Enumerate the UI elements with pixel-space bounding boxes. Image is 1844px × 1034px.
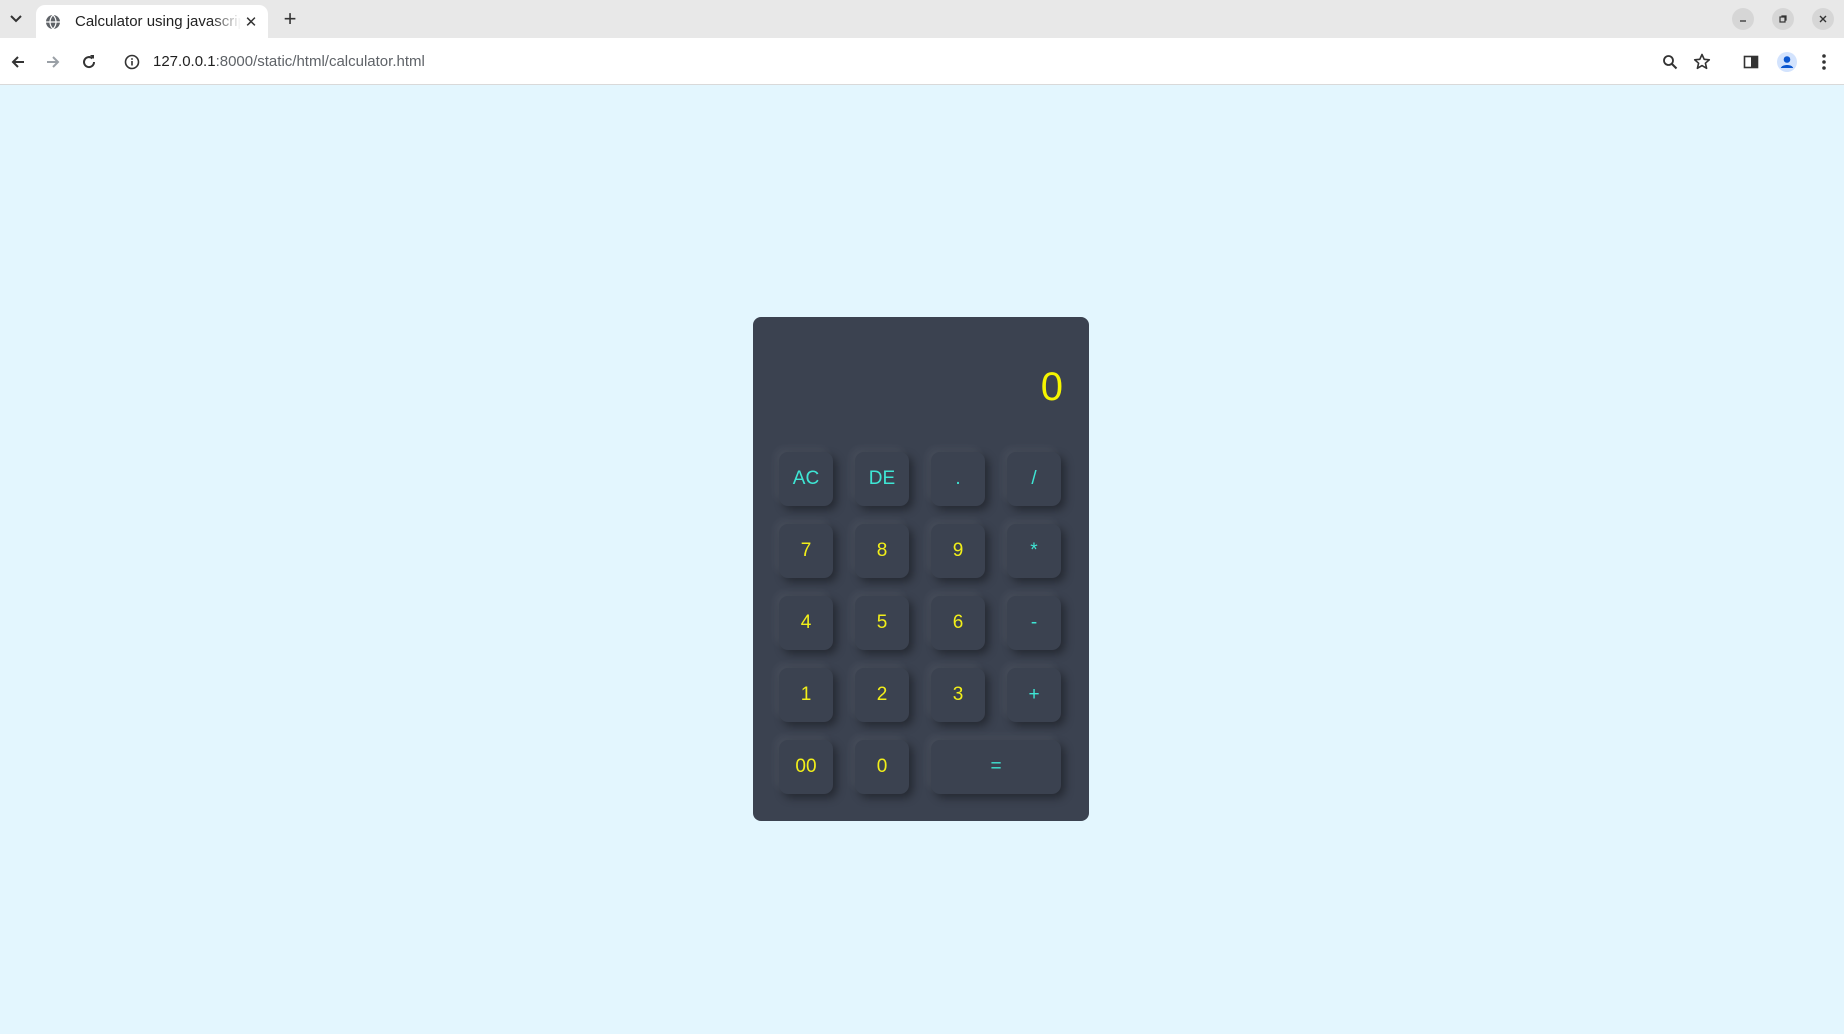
active-tab[interactable]: Calculator using javascript ✕ <box>36 5 268 38</box>
digit-7-button[interactable]: 7 <box>779 524 833 578</box>
digit-1-button[interactable]: 1 <box>779 668 833 722</box>
kebab-menu-icon[interactable] <box>1812 50 1836 74</box>
back-arrow-icon[interactable] <box>6 50 30 74</box>
digit-0-button[interactable]: 0 <box>855 740 909 794</box>
forward-arrow-icon[interactable] <box>41 50 65 74</box>
tab-close-icon[interactable]: ✕ <box>242 13 260 31</box>
calculator: 0 AC DE./7 8 9 * 4 5 6-1 2 3 +00 0 = <box>753 317 1089 821</box>
profile-avatar-icon[interactable] <box>1775 50 1799 74</box>
reload-icon[interactable] <box>77 50 101 74</box>
new-tab-button[interactable]: + <box>278 7 302 31</box>
digit-8-button[interactable]: 8 <box>855 524 909 578</box>
digit-2-button[interactable]: 2 <box>855 668 909 722</box>
digit-4-button[interactable]: 4 <box>779 596 833 650</box>
close-window-icon[interactable] <box>1812 8 1834 30</box>
minimize-icon[interactable] <box>1732 8 1754 30</box>
all-clear-button[interactable]: AC <box>779 452 833 506</box>
delete-button[interactable]: DE <box>855 452 909 506</box>
double-zero-button[interactable]: 00 <box>779 740 833 794</box>
zoom-icon[interactable] <box>1658 50 1682 74</box>
subtract-button[interactable]: - <box>1007 596 1061 650</box>
digit-3-button[interactable]: 3 <box>931 668 985 722</box>
browser-toolbar: 127.0.0.1:8000/static/html/calculator.ht… <box>0 38 1844 85</box>
digit-5-button[interactable]: 5 <box>855 596 909 650</box>
digit-9-button[interactable]: 9 <box>931 524 985 578</box>
tab-title: Calculator using javascript <box>75 13 241 30</box>
side-panel-icon[interactable] <box>1739 50 1763 74</box>
divide-button[interactable]: / <box>1007 452 1061 506</box>
bookmark-star-icon[interactable] <box>1690 50 1714 74</box>
calculator-display: 0 <box>1040 365 1063 409</box>
multiply-button[interactable]: * <box>1007 524 1061 578</box>
tab-search-chevron-icon[interactable] <box>4 8 28 30</box>
digit-6-button[interactable]: 6 <box>931 596 985 650</box>
globe-icon <box>45 14 61 30</box>
equals-button[interactable]: = <box>931 740 1061 794</box>
tab-bar: Calculator using javascript ✕ + <box>0 0 1844 38</box>
site-info-icon[interactable] <box>121 51 143 73</box>
url-path: :8000/static/html/calculator.html <box>215 53 425 70</box>
add-button[interactable]: + <box>1007 668 1061 722</box>
decimal-button[interactable]: . <box>931 452 985 506</box>
url-host: 127.0.0.1 <box>153 53 216 70</box>
address-bar[interactable]: 127.0.0.1:8000/static/html/calculator.ht… <box>153 53 425 70</box>
restore-icon[interactable] <box>1772 8 1794 30</box>
